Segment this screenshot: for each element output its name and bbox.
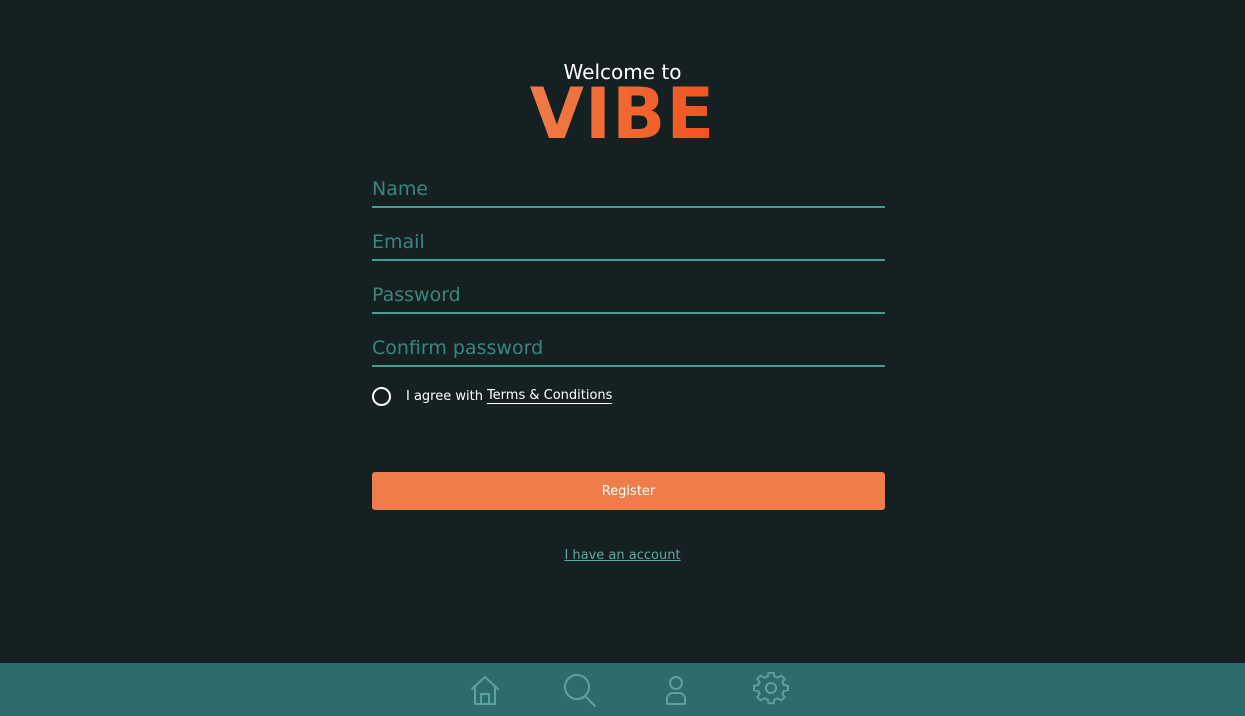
register-form [372, 170, 885, 382]
agree-label: I agree with [406, 388, 483, 404]
brand-logo: VIBE [0, 78, 1245, 150]
terms-agreement: I agree with Terms & Conditions [372, 386, 613, 406]
register-button[interactable]: Register [372, 472, 885, 510]
search-icon[interactable] [562, 672, 598, 708]
account-link-row: I have an account [0, 548, 1245, 563]
email-field-wrapper [372, 223, 885, 261]
user-icon[interactable] [658, 672, 694, 708]
gear-icon[interactable] [753, 671, 789, 708]
terms-radio[interactable] [372, 386, 391, 406]
confirm-password-field-wrapper [372, 329, 885, 367]
brand-logo-text: VIBE [529, 73, 716, 155]
name-field[interactable] [372, 174, 885, 204]
password-field[interactable] [372, 280, 885, 310]
email-field[interactable] [372, 227, 885, 257]
terms-link[interactable]: Terms & Conditions [486, 388, 613, 404]
password-field-wrapper [372, 276, 885, 314]
home-icon[interactable] [467, 672, 503, 708]
confirm-password-field[interactable] [372, 333, 885, 363]
account-link[interactable]: I have an account [564, 548, 680, 563]
name-field-wrapper [372, 170, 885, 208]
register-screen: Welcome to VIBE I agree with Terms & Con… [0, 0, 1245, 716]
bottom-nav-bar [0, 663, 1245, 716]
